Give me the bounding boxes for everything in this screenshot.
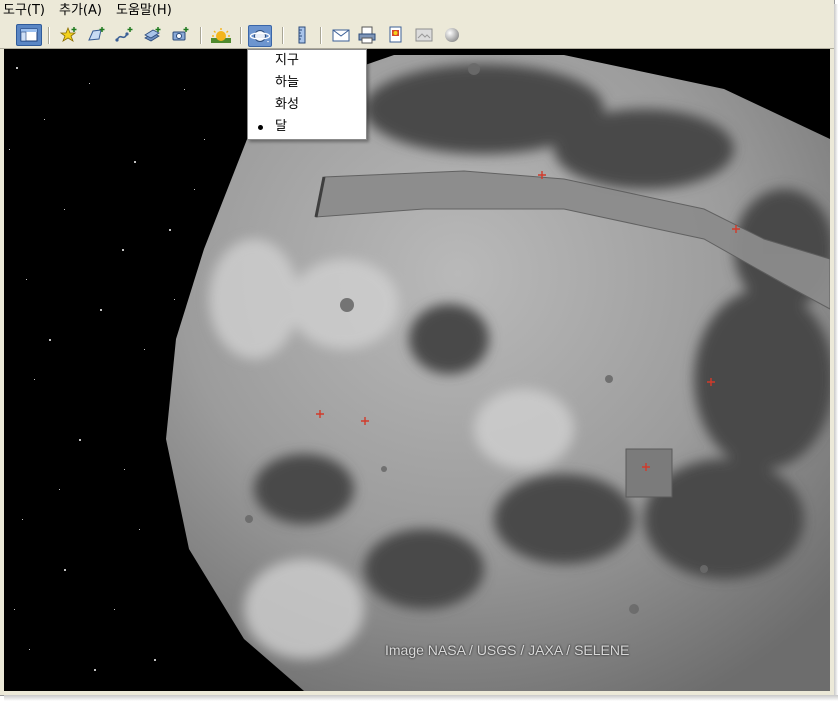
planet-switch-button[interactable]: [248, 25, 272, 47]
ruler-icon: [298, 26, 306, 44]
menu-add[interactable]: 추가(A): [52, 1, 109, 21]
add-placemark-button[interactable]: [58, 25, 80, 45]
window-shadow: [834, 4, 838, 699]
ruler-button[interactable]: [291, 25, 313, 45]
menu-help[interactable]: 도움말(H): [109, 1, 179, 21]
add-placemark-icon: [59, 26, 77, 42]
add-polygon-button[interactable]: [86, 25, 108, 45]
selected-bullet-icon: [258, 125, 263, 130]
email-button[interactable]: [330, 25, 352, 45]
add-path-button[interactable]: [114, 25, 136, 45]
menubar: 도구(T) 추가(A) 도움말(H): [0, 0, 834, 22]
toolbar-separator: [282, 27, 284, 44]
save-image-button[interactable]: [385, 25, 407, 45]
view-in-maps-icon: [415, 28, 433, 42]
planet-menu-item-label: 하늘: [275, 75, 299, 90]
email-icon: [332, 29, 350, 42]
record-tour-button[interactable]: [170, 25, 192, 45]
moon-globe[interactable]: [4, 49, 830, 691]
save-image-icon: [389, 26, 402, 43]
add-image-overlay-icon: [144, 27, 161, 42]
view-in-maps-button[interactable]: [413, 25, 435, 45]
toolbar: [0, 22, 834, 49]
toolbar-separator: [240, 27, 242, 44]
planet-menu-item-earth[interactable]: 지구: [248, 50, 366, 72]
globe-viewport[interactable]: Image NASA / USGS / JAXA / SELENE: [4, 49, 830, 691]
app-window: 도구(T) 추가(A) 도움말(H) Image NASA / USGS / J…: [0, 0, 835, 696]
planet-menu-item-label: 화성: [275, 97, 299, 112]
planet-dropdown-menu: 지구 하늘 화성 달: [247, 49, 367, 140]
imagery-attribution: Image NASA / USGS / JAXA / SELENE: [385, 642, 630, 658]
historical-imagery-icon: [211, 28, 231, 43]
historical-imagery-button[interactable]: [210, 25, 232, 45]
moon-surface: [166, 55, 830, 691]
sphere-button[interactable]: [441, 25, 463, 45]
planet-menu-item-moon[interactable]: 달: [248, 116, 366, 138]
toolbar-separator: [200, 27, 202, 44]
sidebar-toggle-icon: [20, 28, 38, 42]
print-icon: [358, 26, 376, 44]
add-image-overlay-button[interactable]: [142, 25, 164, 45]
menu-tools[interactable]: 도구(T): [0, 1, 52, 21]
window-shadow: [4, 695, 838, 701]
planet-menu-item-sky[interactable]: 하늘: [248, 72, 366, 94]
add-polygon-icon: [88, 27, 105, 41]
planet-menu-item-label: 지구: [275, 53, 299, 68]
planet-menu-item-mars[interactable]: 화성: [248, 94, 366, 116]
sidebar-toggle-button[interactable]: [16, 24, 42, 46]
planet-switch-icon: [249, 30, 271, 43]
planet-menu-item-label: 달: [275, 119, 287, 134]
toolbar-separator: [48, 27, 50, 44]
add-path-icon: [115, 27, 133, 42]
record-tour-icon: [172, 27, 189, 41]
sphere-icon: [445, 28, 459, 42]
toolbar-separator: [320, 27, 322, 44]
print-button[interactable]: [356, 25, 378, 45]
